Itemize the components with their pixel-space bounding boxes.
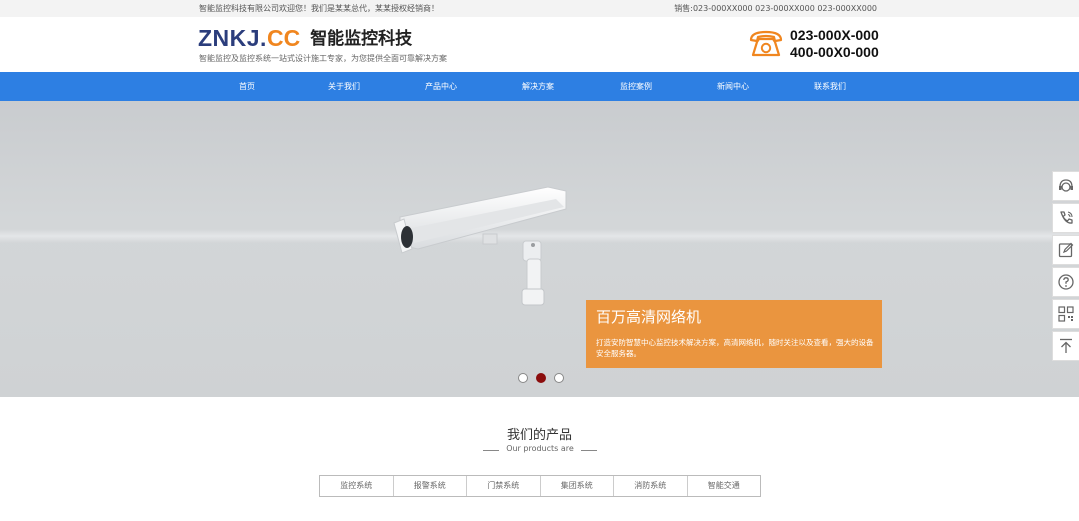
tab-group-system[interactable]: 集团系统 bbox=[541, 476, 614, 496]
nav-item-home[interactable]: 首页 bbox=[207, 72, 287, 101]
tab-monitoring-system[interactable]: 监控系统 bbox=[320, 476, 394, 496]
products-subtitle-text: Our products are bbox=[506, 444, 574, 453]
customer-service-icon bbox=[1059, 179, 1073, 192]
message-button[interactable] bbox=[1052, 235, 1079, 265]
hero-banner[interactable]: 百万高清网络机 打造安防智慧中心监控技术解决方案，高清网络机，随时关注以及查看，… bbox=[0, 101, 1079, 397]
logo-accent-text: CC bbox=[266, 25, 301, 51]
welcome-text: 智能监控科技有限公司欢迎您！我们是某某总代，某某授权经销商！ bbox=[199, 4, 439, 13]
side-float-bar bbox=[1052, 171, 1079, 363]
top-info-bar: 智能监控科技有限公司欢迎您！我们是某某总代，某某授权经销商！ 销售:023-00… bbox=[0, 0, 1079, 17]
slide-dot-1[interactable] bbox=[518, 373, 528, 383]
edit-icon bbox=[1058, 242, 1074, 258]
slide-dot-3[interactable] bbox=[554, 373, 564, 383]
tab-fire-system[interactable]: 消防系统 bbox=[614, 476, 688, 496]
nav-item-about[interactable]: 关于我们 bbox=[304, 72, 384, 101]
nav-item-cases[interactable]: 监控案例 bbox=[596, 72, 676, 101]
help-button[interactable] bbox=[1052, 267, 1079, 297]
qrcode-button[interactable] bbox=[1052, 299, 1079, 329]
logo-chinese-name: 智能监控科技 bbox=[310, 29, 413, 49]
nav-item-solutions[interactable]: 解决方案 bbox=[498, 72, 578, 101]
products-section-title: 我们的产品 bbox=[506, 428, 572, 443]
back-to-top-button[interactable] bbox=[1052, 331, 1079, 361]
tab-alarm-system[interactable]: 报警系统 bbox=[394, 476, 467, 496]
phone-call-button[interactable] bbox=[1052, 203, 1079, 233]
customer-service-button[interactable] bbox=[1052, 171, 1079, 201]
banner-caption-title: 百万高清网络机 bbox=[596, 308, 702, 326]
tab-smart-traffic[interactable]: 智能交通 bbox=[688, 476, 761, 496]
main-nav: 首页 关于我们 产品中心 解决方案 监控案例 新闻中心 联系我们 bbox=[0, 72, 1079, 101]
banner-caption: 百万高清网络机 打造安防智慧中心监控技术解决方案，高清网络机，随时关注以及查看，… bbox=[586, 300, 882, 368]
subtitle-divider-right bbox=[581, 450, 597, 451]
nav-item-contact[interactable]: 联系我们 bbox=[790, 72, 870, 101]
slide-dot-2[interactable] bbox=[536, 373, 546, 383]
nav-item-news[interactable]: 新闻中心 bbox=[693, 72, 773, 101]
tab-access-control-system[interactable]: 门禁系统 bbox=[467, 476, 541, 496]
nav-item-products[interactable]: 产品中心 bbox=[401, 72, 481, 101]
telephone-icon bbox=[749, 30, 783, 57]
qrcode-icon bbox=[1058, 306, 1074, 322]
products-section-subtitle: Our products are bbox=[483, 444, 597, 456]
product-category-tabs: 监控系统 报警系统 门禁系统 集团系统 消防系统 智能交通 bbox=[319, 475, 761, 497]
security-camera-image bbox=[393, 186, 567, 306]
slogan: 智能监控及监控系统一站式设计施工专家，为您提供全面可靠解决方案 bbox=[199, 54, 447, 63]
back-to-top-icon bbox=[1060, 338, 1072, 353]
logo-main-text: ZNKJ. bbox=[198, 25, 267, 51]
phone-call-icon bbox=[1060, 211, 1073, 224]
sales-phone-text: 销售:023-000XX000 023-000XX000 023-000XX00… bbox=[674, 4, 877, 13]
hotline-number-2: 400-00X0-000 bbox=[790, 44, 879, 60]
hotline-number-1: 023-000X-000 bbox=[790, 27, 879, 43]
site-header: ZNKJ.CC 智能监控科技 智能监控及监控系统一站式设计施工专家，为您提供全面可… bbox=[0, 17, 1079, 72]
site-logo[interactable]: ZNKJ.CC 智能监控科技 bbox=[198, 25, 412, 52]
banner-caption-text: 打造安防智慧中心监控技术解决方案，高清网络机，随时关注以及查看，强大的设备安全服… bbox=[596, 338, 874, 358]
help-icon bbox=[1058, 274, 1074, 290]
hotline-numbers: 023-000X-000 400-00X0-000 bbox=[790, 27, 879, 61]
